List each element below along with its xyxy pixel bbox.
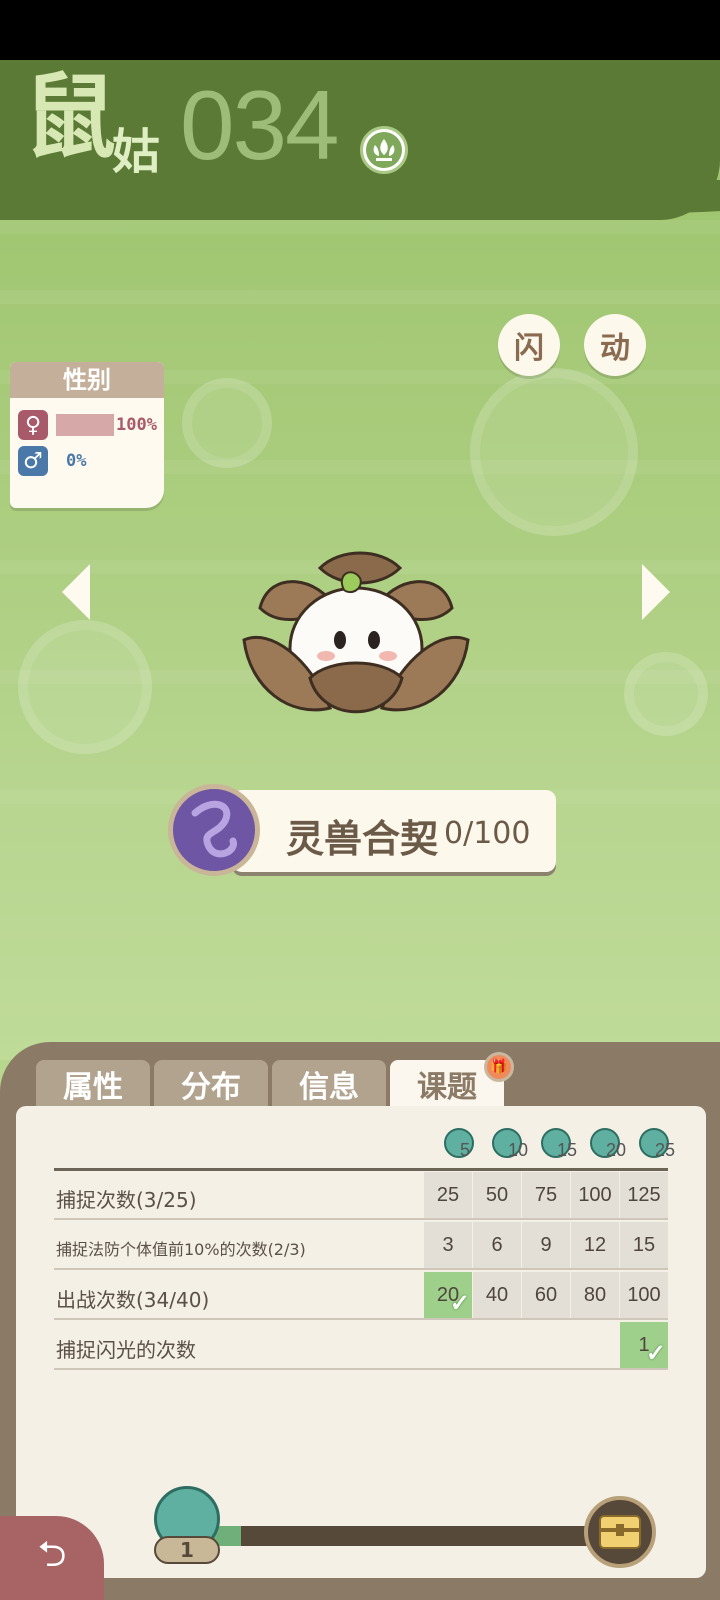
contract-label: 灵兽合契 <box>286 816 439 861</box>
female-percent: 100% <box>116 415 157 435</box>
reward-amount: 15 <box>557 1140 578 1160</box>
tab-distribution[interactable]: 分布 <box>154 1060 268 1108</box>
threshold-cell: 75 <box>522 1172 570 1218</box>
threshold-cell-completed: 20 ✓ <box>424 1272 472 1318</box>
check-icon: ✓ <box>645 1340 666 1367</box>
table-row: 出战次数(34/40) 20 ✓ 40 60 80 100 <box>54 1272 668 1320</box>
female-row: ♀ 100% <box>18 410 157 440</box>
threshold-cell: 25 <box>424 1172 472 1218</box>
contract-count: 0/100 <box>444 816 531 851</box>
table-row: 捕捉次数(3/25) 25 50 75 100 125 <box>54 1172 668 1220</box>
task-thresholds: 20 ✓ 40 60 80 100 <box>423 1272 668 1318</box>
animate-button[interactable]: 动 <box>584 314 646 376</box>
grass-emblem-watermark <box>624 652 708 736</box>
reward-amount: 10 <box>508 1140 529 1160</box>
threshold-cell: 6 <box>473 1222 521 1268</box>
tab-info[interactable]: 信息 <box>272 1060 386 1108</box>
threshold-cell: 9 <box>522 1222 570 1268</box>
tab-bar: 属性 分布 信息 课题 <box>36 1060 504 1108</box>
next-arrow-icon[interactable] <box>642 564 670 620</box>
grass-type-icon <box>360 126 408 174</box>
male-percent: 0% <box>66 451 87 471</box>
task-thresholds: 3 6 9 12 15 <box>423 1222 668 1268</box>
male-row: ♂ 0% <box>18 446 86 476</box>
check-icon: ✓ <box>449 1290 470 1317</box>
task-progress-track <box>214 1526 604 1546</box>
task-label: 捕捉法防个体值前10%的次数(2/3) <box>56 1240 306 1259</box>
treasure-chest-icon[interactable] <box>584 1496 656 1568</box>
threshold-cell: 12 <box>571 1222 619 1268</box>
threshold-cell: 100 <box>620 1272 668 1318</box>
pet-detail-screen: 鼠 姑 034 闪 动 性别 ♀ 100% ♂ 0% 灵兽合契 0/100 属性… <box>0 0 720 1600</box>
male-icon: ♂ <box>18 446 48 476</box>
task-label: 出战次数(34/40) <box>56 1288 210 1312</box>
reward-coin: 5 <box>444 1128 492 1164</box>
creature-illustration <box>242 551 470 714</box>
threshold-cell: 3 <box>424 1222 472 1268</box>
threshold-cell: 50 <box>473 1172 521 1218</box>
reward-amount: 5 <box>460 1140 471 1160</box>
reward-coin: 15 <box>541 1128 589 1164</box>
gift-badge-icon: 🎁 <box>484 1052 514 1082</box>
threshold-cell: 60 <box>522 1272 570 1318</box>
threshold-cell: 40 <box>473 1272 521 1318</box>
female-icon: ♀ <box>18 410 48 440</box>
task-label: 捕捉次数(3/25) <box>56 1188 197 1212</box>
threshold-cell: 125 <box>620 1172 668 1218</box>
reward-coin: 25 <box>639 1128 687 1164</box>
gender-panel: 性别 ♀ 100% ♂ 0% <box>10 362 164 508</box>
status-bar <box>0 0 720 60</box>
spirit-contract[interactable]: 灵兽合契 0/100 <box>168 784 556 876</box>
reward-amount: 25 <box>655 1140 676 1160</box>
table-row: 捕捉法防个体值前10%的次数(2/3) 3 6 9 12 15 <box>54 1222 668 1270</box>
task-thresholds: 1 ✓ <box>619 1322 668 1368</box>
grass-emblem-watermark <box>470 368 638 536</box>
shiny-button[interactable]: 闪 <box>498 314 560 376</box>
grass-emblem-watermark <box>182 378 272 468</box>
back-icon: ⮌ <box>37 1533 67 1575</box>
threshold-cell: 100 <box>571 1172 619 1218</box>
table-row: 捕捉闪光的次数 1 ✓ <box>54 1322 668 1370</box>
pet-name-char-1: 鼠 <box>24 63 117 171</box>
task-label: 捕捉闪光的次数 <box>56 1338 196 1362</box>
grass-emblem-watermark <box>18 620 152 754</box>
pet-name-char-2: 姑 <box>112 124 161 180</box>
pet-number: 034 <box>180 70 340 180</box>
threshold-cell-completed: 1 ✓ <box>620 1322 668 1368</box>
tab-attributes[interactable]: 属性 <box>36 1060 150 1108</box>
reward-amount: 20 <box>606 1140 627 1160</box>
chain-icon <box>168 784 260 876</box>
female-ratio-bar <box>56 414 114 436</box>
previous-arrow-icon[interactable] <box>62 564 90 620</box>
task-level: 1 <box>154 1536 220 1564</box>
reward-coin: 20 <box>590 1128 638 1164</box>
back-button[interactable]: ⮌ <box>0 1516 104 1600</box>
reward-coin: 10 <box>492 1128 540 1164</box>
gender-title: 性别 <box>10 362 164 398</box>
table-top-rule <box>54 1168 668 1171</box>
threshold-cell: 80 <box>571 1272 619 1318</box>
threshold-cell: 15 <box>620 1222 668 1268</box>
task-thresholds: 25 50 75 100 125 <box>423 1172 668 1218</box>
